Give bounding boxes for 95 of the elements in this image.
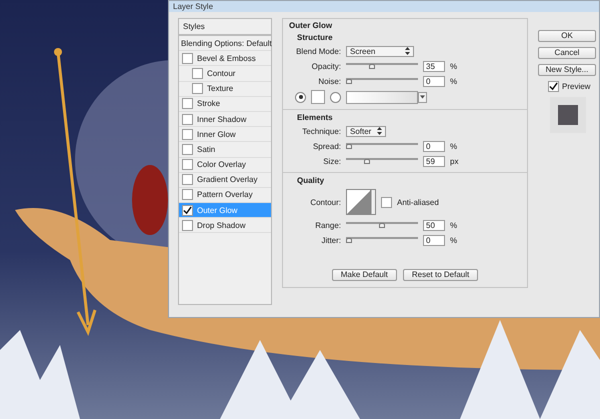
unit-label: % bbox=[450, 76, 458, 86]
checkbox-label: Preview bbox=[562, 82, 590, 91]
field-label: Blend Mode: bbox=[295, 46, 341, 56]
slider[interactable] bbox=[346, 236, 418, 244]
checkbox[interactable] bbox=[182, 204, 193, 216]
style-item[interactable]: Contour bbox=[179, 66, 271, 82]
slider-thumb[interactable] bbox=[346, 238, 352, 242]
checkbox[interactable] bbox=[182, 220, 193, 231]
style-item[interactable]: Inner Shadow bbox=[179, 112, 271, 128]
style-label: Inner Glow bbox=[197, 130, 236, 139]
radio-button[interactable] bbox=[295, 92, 306, 102]
field-label: Range: bbox=[314, 220, 341, 230]
checkbox[interactable] bbox=[548, 81, 559, 92]
style-label: Contour bbox=[207, 68, 236, 78]
style-item[interactable]: Color Overlay bbox=[179, 158, 271, 173]
style-label: Color Overlay bbox=[197, 160, 246, 170]
panel-header: Styles bbox=[179, 19, 271, 36]
value-field[interactable]: 50 bbox=[423, 220, 445, 230]
style-item[interactable]: Gradient Overlay bbox=[179, 172, 271, 188]
field-label: Contour: bbox=[309, 198, 341, 206]
slider-thumb[interactable] bbox=[364, 158, 370, 164]
style-item[interactable]: Stroke bbox=[179, 96, 271, 112]
style-item[interactable]: Drop Shadow bbox=[179, 218, 271, 234]
value-field[interactable]: 0 bbox=[423, 76, 445, 86]
style-label: Bevel & Emboss bbox=[197, 54, 256, 63]
slider[interactable] bbox=[346, 142, 418, 150]
slider-thumb[interactable] bbox=[346, 78, 352, 84]
style-label: Outer Glow bbox=[197, 206, 238, 215]
field-label: Size: bbox=[322, 156, 341, 166]
checkbox[interactable] bbox=[192, 83, 203, 94]
value-field[interactable]: 0 bbox=[423, 140, 445, 152]
updown-icon bbox=[377, 127, 382, 135]
group-title: Structure bbox=[296, 33, 334, 42]
style-item[interactable]: Texture bbox=[179, 82, 271, 97]
style-label: Stroke bbox=[197, 99, 220, 108]
group-title: Quality bbox=[296, 176, 326, 185]
blend-mode-select[interactable]: Screen bbox=[346, 46, 414, 56]
window-title: Layer Style bbox=[173, 2, 214, 11]
caret-icon bbox=[420, 95, 425, 99]
style-item[interactable]: Bevel & Emboss bbox=[179, 51, 271, 66]
checkbox[interactable] bbox=[182, 114, 193, 125]
unit-label: % bbox=[450, 236, 458, 244]
slider[interactable] bbox=[346, 156, 418, 166]
style-item[interactable]: Satin bbox=[179, 142, 271, 158]
value-field[interactable]: 0 bbox=[423, 234, 445, 246]
dialog-button[interactable]: Make Default bbox=[332, 269, 397, 281]
field-label: Opacity: bbox=[310, 62, 341, 70]
contour-curve-icon[interactable] bbox=[346, 189, 376, 215]
slider-thumb[interactable] bbox=[346, 144, 352, 148]
style-label: Texture bbox=[207, 84, 234, 94]
checkbox[interactable] bbox=[182, 174, 193, 186]
field-label: Spread: bbox=[312, 142, 341, 150]
field-label: Noise: bbox=[317, 76, 341, 86]
checkbox[interactable] bbox=[381, 196, 392, 208]
updown-icon bbox=[405, 47, 410, 55]
field-label: Technique: bbox=[301, 126, 341, 136]
dropdown-button[interactable] bbox=[418, 92, 427, 102]
unit-label: px bbox=[450, 156, 460, 166]
checkbox-label: Anti-aliased bbox=[397, 198, 439, 206]
slider-thumb[interactable] bbox=[369, 64, 376, 68]
style-label: Pattern Overlay bbox=[197, 190, 253, 200]
style-label: Satin bbox=[197, 144, 216, 154]
dialog-button[interactable]: Reset to Default bbox=[402, 269, 478, 281]
radio-button[interactable] bbox=[330, 92, 341, 102]
unit-label: % bbox=[450, 142, 458, 150]
gradient-picker[interactable] bbox=[346, 90, 418, 104]
unit-label: % bbox=[450, 62, 458, 70]
unit-label: % bbox=[450, 220, 458, 230]
checkbox[interactable] bbox=[182, 52, 193, 64]
checkbox[interactable] bbox=[182, 98, 193, 110]
checkbox[interactable] bbox=[182, 159, 193, 170]
preview-thumbnail bbox=[550, 97, 586, 133]
slider[interactable] bbox=[346, 220, 418, 230]
technique-select[interactable]: Softer bbox=[346, 126, 386, 136]
group-title: Elements bbox=[296, 113, 334, 122]
style-item[interactable]: Inner Glow bbox=[179, 127, 271, 142]
dialog-button[interactable]: Cancel bbox=[538, 47, 596, 59]
field-label: Jitter: bbox=[320, 236, 341, 244]
slider[interactable] bbox=[346, 76, 418, 86]
group-title: Outer Glow bbox=[289, 21, 334, 30]
checkbox[interactable] bbox=[182, 144, 193, 155]
slider[interactable] bbox=[346, 62, 418, 70]
blending-options-item[interactable]: Blending Options: Default bbox=[179, 36, 271, 52]
style-label: Gradient Overlay bbox=[197, 175, 258, 184]
dialog-button[interactable]: OK bbox=[538, 30, 596, 42]
slider-thumb[interactable] bbox=[379, 222, 385, 228]
dialog-button[interactable]: New Style... bbox=[538, 64, 596, 76]
checkbox[interactable] bbox=[182, 189, 193, 200]
checkbox[interactable] bbox=[182, 128, 193, 140]
style-label: Inner Shadow bbox=[197, 114, 246, 124]
style-label: Drop Shadow bbox=[197, 220, 246, 230]
value-field[interactable]: 35 bbox=[423, 60, 445, 72]
color-swatch[interactable] bbox=[311, 90, 325, 104]
checkbox[interactable] bbox=[192, 68, 203, 79]
value-field[interactable]: 59 bbox=[423, 156, 445, 166]
